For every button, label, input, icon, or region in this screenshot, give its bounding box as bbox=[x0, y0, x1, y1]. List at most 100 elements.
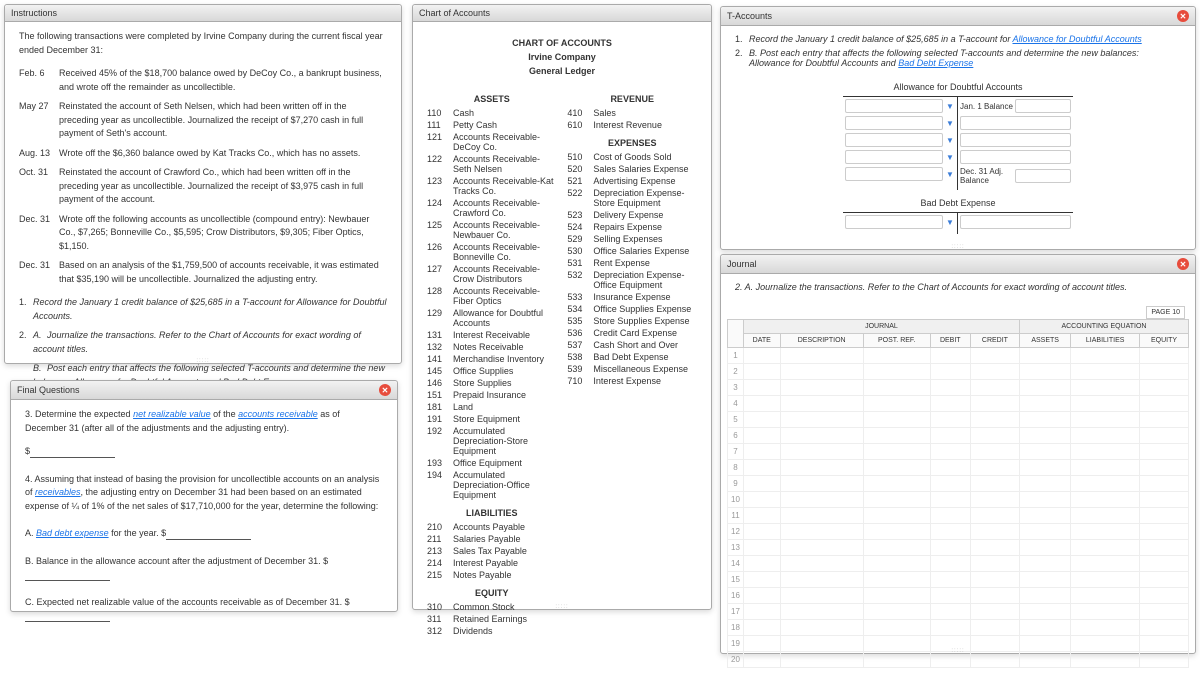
col-debit: DEBIT bbox=[930, 334, 970, 348]
bde-link[interactable]: Bad Debt Expense bbox=[898, 58, 973, 68]
bde-link[interactable]: Bad debt expense bbox=[36, 528, 109, 538]
journal-header: Journal ✕ bbox=[721, 255, 1195, 274]
bde-taccount: Bad Debt Expense ▼ bbox=[843, 198, 1073, 234]
dropdown-icon[interactable]: ▼ bbox=[945, 101, 955, 111]
trans-date: Oct. 31 bbox=[19, 166, 59, 207]
account-row: 145Office Supplies bbox=[427, 366, 557, 376]
resize-grip[interactable]: ::::: bbox=[183, 358, 223, 363]
trans-desc: Wrote off the following accounts as unco… bbox=[59, 213, 387, 254]
journal-row[interactable]: 15 bbox=[728, 572, 1189, 588]
dropdown-icon[interactable]: ▼ bbox=[945, 217, 955, 227]
final-questions-header: Final Questions ✕ bbox=[11, 381, 397, 400]
page-label: PAGE 10 bbox=[1146, 306, 1185, 319]
dropdown-icon[interactable]: ▼ bbox=[945, 169, 955, 179]
account-row: 127Accounts Receivable-Crow Distributors bbox=[427, 264, 557, 284]
account-row: 521Advertising Expense bbox=[567, 176, 697, 186]
account-row: 211Salaries Payable bbox=[427, 534, 557, 544]
dropdown-icon[interactable]: ▼ bbox=[945, 118, 955, 128]
account-row: 213Sales Tax Payable bbox=[427, 546, 557, 556]
instructions-title: Instructions bbox=[11, 8, 57, 18]
journal-group-header: JOURNAL bbox=[744, 320, 1020, 334]
receivables-link[interactable]: receivables bbox=[35, 487, 81, 497]
taccounts-header: T-Accounts ✕ bbox=[721, 7, 1195, 26]
q3-input[interactable] bbox=[30, 445, 115, 458]
journal-row[interactable]: 6 bbox=[728, 428, 1189, 444]
account-row: 125Accounts Receivable-Newbauer Co. bbox=[427, 220, 557, 240]
account-row: 131Interest Receivable bbox=[427, 330, 557, 340]
ta-input[interactable] bbox=[845, 150, 943, 164]
journal-row[interactable]: 2 bbox=[728, 364, 1189, 380]
account-row: 124Accounts Receivable-Crawford Co. bbox=[427, 198, 557, 218]
account-row: 141Merchandise Inventory bbox=[427, 354, 557, 364]
q4a-input[interactable] bbox=[166, 527, 251, 540]
account-row: 123Accounts Receivable-Kat Tracks Co. bbox=[427, 176, 557, 196]
ta-input[interactable] bbox=[960, 150, 1071, 164]
journal-row[interactable]: 20 bbox=[728, 652, 1189, 668]
journal-row[interactable]: 8 bbox=[728, 460, 1189, 476]
ta-input[interactable] bbox=[1015, 99, 1072, 113]
close-icon[interactable]: ✕ bbox=[1177, 10, 1189, 22]
account-row: 529Selling Expenses bbox=[567, 234, 697, 244]
account-row: 710Interest Expense bbox=[567, 376, 697, 386]
instructions-panel: Instructions The following transactions … bbox=[4, 4, 402, 364]
allowance-link[interactable]: Allowance for Doubtful Accounts bbox=[1013, 34, 1142, 44]
account-row: 310Common Stock bbox=[427, 602, 557, 612]
ta-input[interactable] bbox=[960, 133, 1071, 147]
journal-row[interactable]: 7 bbox=[728, 444, 1189, 460]
instructions-header: Instructions bbox=[5, 5, 401, 22]
journal-row[interactable]: 3 bbox=[728, 380, 1189, 396]
close-icon[interactable]: ✕ bbox=[1177, 258, 1189, 270]
journal-row[interactable]: 4 bbox=[728, 396, 1189, 412]
journal-row[interactable]: 9 bbox=[728, 476, 1189, 492]
chart-ledger: General Ledger bbox=[427, 66, 697, 76]
col-assets: ASSETS bbox=[1019, 334, 1070, 348]
resize-grip[interactable]: ::::: bbox=[938, 648, 978, 653]
journal-row[interactable]: 1 bbox=[728, 348, 1189, 364]
ta-input[interactable] bbox=[845, 99, 943, 113]
account-row: 536Credit Card Expense bbox=[567, 328, 697, 338]
question-4a: A. Bad debt expense for the year. $ bbox=[25, 527, 383, 541]
account-row: 151Prepaid Insurance bbox=[427, 390, 557, 400]
journal-row[interactable]: 17 bbox=[728, 604, 1189, 620]
account-row: 539Miscellaneous Expense bbox=[567, 364, 697, 374]
journal-panel: Journal ✕ 2. A. Journalize the transacti… bbox=[720, 254, 1196, 654]
dropdown-icon[interactable]: ▼ bbox=[945, 135, 955, 145]
journal-row[interactable]: 13 bbox=[728, 540, 1189, 556]
nrv-link[interactable]: net realizable value bbox=[133, 409, 211, 419]
account-row: 194Accumulated Depreciation-Office Equip… bbox=[427, 470, 557, 500]
ta-input[interactable] bbox=[960, 215, 1071, 229]
ar-link[interactable]: accounts receivable bbox=[238, 409, 318, 419]
col-liab: LIABILITIES bbox=[1071, 334, 1140, 348]
allowance-taccount: Allowance for Doubtful Accounts ▼ ▼ ▼ ▼ … bbox=[843, 82, 1073, 190]
col-date: DATE bbox=[744, 334, 781, 348]
dropdown-icon[interactable]: ▼ bbox=[945, 152, 955, 162]
journal-row[interactable]: 16 bbox=[728, 588, 1189, 604]
ta-input[interactable] bbox=[960, 116, 1071, 130]
journal-row[interactable]: 12 bbox=[728, 524, 1189, 540]
ta-input[interactable] bbox=[845, 215, 943, 229]
journal-row[interactable]: 18 bbox=[728, 620, 1189, 636]
question-4: 4. Assuming that instead of basing the p… bbox=[25, 473, 383, 514]
accounting-eq-header: ACCOUNTING EQUATION bbox=[1019, 320, 1188, 334]
account-row: 510Cost of Goods Sold bbox=[567, 152, 697, 162]
journal-row[interactable]: 11 bbox=[728, 508, 1189, 524]
close-icon[interactable]: ✕ bbox=[379, 384, 391, 396]
ta-input[interactable] bbox=[845, 133, 943, 147]
resize-grip[interactable]: ::::: bbox=[938, 244, 978, 249]
journal-title: Journal bbox=[727, 259, 757, 269]
journal-row[interactable]: 10 bbox=[728, 492, 1189, 508]
account-row: 534Office Supplies Expense bbox=[567, 304, 697, 314]
resize-grip[interactable]: ::::: bbox=[184, 606, 224, 611]
trans-date: Feb. 6 bbox=[19, 67, 59, 94]
journal-row[interactable]: 14 bbox=[728, 556, 1189, 572]
account-row: 122Accounts Receivable-Seth Nelsen bbox=[427, 154, 557, 174]
account-row: 181Land bbox=[427, 402, 557, 412]
q4b-input[interactable] bbox=[25, 568, 110, 581]
ta-input[interactable] bbox=[845, 167, 943, 181]
q4c-input[interactable] bbox=[25, 609, 110, 622]
chart-header: Chart of Accounts bbox=[413, 5, 711, 22]
resize-grip[interactable]: ::::: bbox=[542, 604, 582, 609]
ta-input[interactable] bbox=[845, 116, 943, 130]
journal-row[interactable]: 5 bbox=[728, 412, 1189, 428]
ta-input[interactable] bbox=[1015, 169, 1072, 183]
